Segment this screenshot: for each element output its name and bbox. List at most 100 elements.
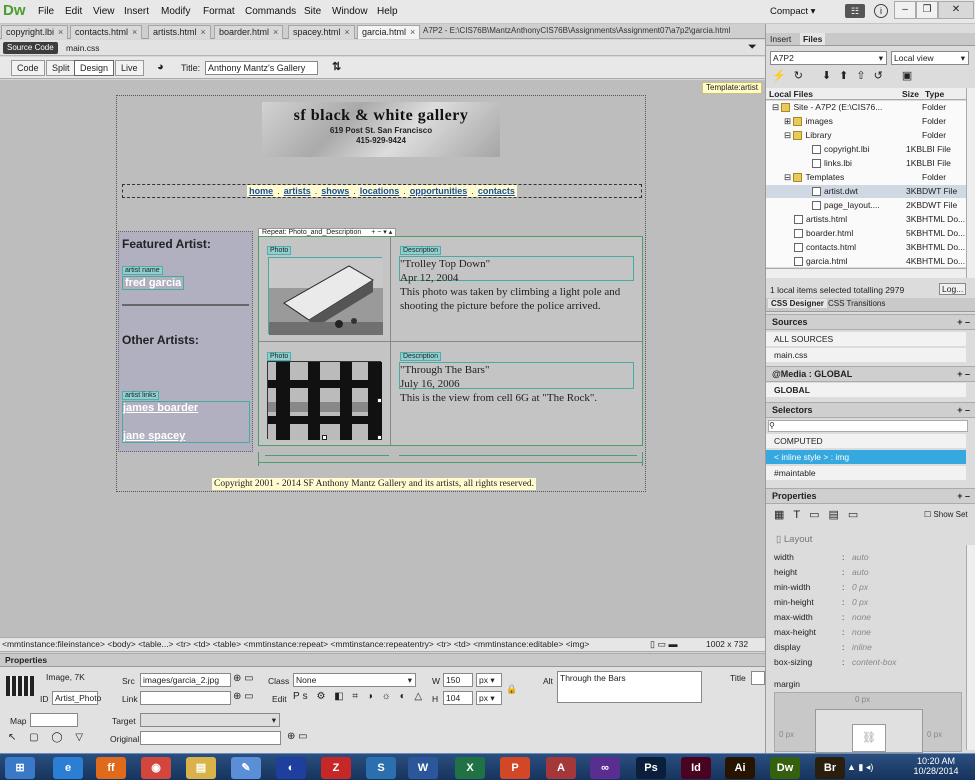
file-row[interactable]: links.lbi 1KB LBI File bbox=[766, 157, 966, 170]
log-button[interactable]: Log... bbox=[939, 283, 967, 295]
live-view-button[interactable]: Live bbox=[115, 60, 144, 76]
menu-window[interactable]: Window bbox=[332, 6, 368, 17]
title-input[interactable] bbox=[751, 671, 765, 685]
close-icon[interactable]: × bbox=[410, 27, 415, 37]
file-row[interactable]: page_layout.... 2KB DWT File bbox=[766, 199, 966, 212]
file-row[interactable]: ⊟ Library Folder bbox=[766, 129, 966, 142]
file-row[interactable]: garcia.html 4KB HTML Do... bbox=[766, 255, 966, 268]
prop-value[interactable]: auto bbox=[852, 550, 869, 565]
source-all[interactable]: ALL SOURCES bbox=[766, 332, 966, 347]
chrome-icon[interactable]: ◉ bbox=[141, 757, 171, 779]
media-global[interactable]: GLOBAL bbox=[766, 383, 966, 398]
link-icon[interactable]: ⛓ bbox=[852, 724, 886, 752]
tab-contacts[interactable]: contacts.html × bbox=[70, 25, 143, 39]
nav-contacts[interactable]: contacts bbox=[478, 186, 515, 196]
device-icons[interactable]: ▯ ▭ ▬ bbox=[650, 639, 677, 650]
col-size[interactable]: Size bbox=[902, 88, 919, 100]
tab-insert[interactable]: Insert bbox=[770, 34, 791, 44]
word-icon[interactable]: W bbox=[408, 757, 438, 779]
prop-value[interactable]: none bbox=[852, 610, 871, 625]
nav-locations[interactable]: locations bbox=[360, 186, 400, 196]
item-description[interactable]: This photo was taken by climbing a light… bbox=[400, 285, 635, 313]
target-select[interactable]: ▾ bbox=[140, 713, 280, 727]
illustrator-icon[interactable]: Ai bbox=[725, 757, 755, 779]
tab-css-transitions[interactable]: CSS Transitions bbox=[828, 299, 885, 308]
menu-commands[interactable]: Commands bbox=[245, 6, 296, 17]
tab-artists[interactable]: artists.html × bbox=[148, 25, 211, 39]
gallery-header-image[interactable]: sf black & white gallery 619 Post St. Sa… bbox=[262, 102, 500, 157]
show-set-checkbox[interactable]: ☐ Show Set bbox=[924, 510, 968, 519]
file-row[interactable]: copyright.lbi 1KB LBI File bbox=[766, 143, 966, 156]
height-unit-select[interactable]: px ▾ bbox=[476, 691, 502, 705]
indesign-icon[interactable]: Id bbox=[681, 757, 711, 779]
file-row[interactable]: boarder.html 5KB HTML Do... bbox=[766, 227, 966, 240]
margin-left[interactable]: 0 px bbox=[779, 730, 794, 739]
menu-edit[interactable]: Edit bbox=[65, 6, 82, 17]
resize-handle[interactable] bbox=[322, 435, 327, 440]
title-input[interactable]: Anthony Mantz's Gallery bbox=[205, 61, 318, 75]
original-browse-icon[interactable]: ⊕ ▭ bbox=[287, 731, 308, 742]
src-input[interactable]: images/garcia_2.jpg bbox=[140, 673, 231, 687]
clock[interactable]: 10:20 AM 10/28/2014 bbox=[912, 756, 960, 776]
menu-insert[interactable]: Insert bbox=[124, 6, 149, 17]
prop-value[interactable]: auto bbox=[852, 565, 869, 580]
files-hscrollbar[interactable] bbox=[766, 268, 966, 278]
class-select[interactable]: None ▾ bbox=[293, 673, 416, 687]
item-title[interactable]: "Through The Bars" bbox=[400, 363, 489, 377]
menu-format[interactable]: Format bbox=[203, 6, 235, 17]
window-size[interactable]: 1002 x 732 bbox=[706, 639, 748, 649]
menu-help[interactable]: Help bbox=[377, 6, 398, 17]
filter-icon[interactable]: ⏷ bbox=[748, 41, 757, 54]
tray-icons[interactable]: ▲ ▮ ◂) bbox=[847, 762, 873, 773]
files-toolbar-icons[interactable]: ⚡↻ ⬇⬆⇧↺ ▣ bbox=[772, 69, 920, 82]
sync-icon[interactable]: ☷ bbox=[845, 4, 865, 18]
box-model-widget[interactable]: 0 px 0 px 0 px ⛓ bbox=[774, 692, 962, 753]
close-icon[interactable]: × bbox=[273, 27, 278, 37]
link-input[interactable] bbox=[140, 691, 231, 705]
menu-site[interactable]: Site bbox=[304, 6, 321, 17]
selector-maintable[interactable]: #maintable bbox=[766, 466, 966, 481]
nav-artists[interactable]: artists bbox=[284, 186, 311, 196]
width-unit-select[interactable]: px ▾ bbox=[476, 673, 502, 687]
nav-shows[interactable]: shows bbox=[321, 186, 349, 196]
windows-start-icon[interactable]: ⊞ bbox=[5, 757, 35, 779]
margin-right[interactable]: 0 px bbox=[927, 730, 942, 739]
hotspot-tools[interactable]: ↖ ▢ ◯ ▽ bbox=[8, 732, 88, 743]
tag-path[interactable]: <mmtinstance:fileinstance> <body> <table… bbox=[2, 639, 589, 649]
lock-icon[interactable]: 🔒 bbox=[506, 684, 517, 695]
height-input[interactable]: 104 bbox=[443, 691, 473, 705]
item-title[interactable]: "Trolley Top Down" bbox=[400, 257, 490, 271]
prop-value[interactable]: inline bbox=[852, 640, 872, 655]
related-file-main-css[interactable]: main.css bbox=[66, 43, 100, 53]
original-input[interactable] bbox=[140, 731, 281, 745]
bridge-icon[interactable]: Br bbox=[815, 757, 845, 779]
link-browse-icon[interactable]: ⊕ ▭ bbox=[233, 691, 254, 702]
add-source-icon[interactable]: + – bbox=[957, 315, 970, 329]
access-icon[interactable]: A bbox=[546, 757, 576, 779]
globe-icon[interactable]: ◕ bbox=[157, 61, 164, 73]
artist-link-boarder[interactable]: james boarder bbox=[123, 402, 198, 414]
app-teal-icon[interactable]: S bbox=[366, 757, 396, 779]
map-input[interactable] bbox=[30, 713, 78, 727]
split-view-button[interactable]: Split bbox=[46, 60, 76, 76]
source-main-css[interactable]: main.css bbox=[766, 348, 966, 363]
file-management-icon[interactable]: ⇅ bbox=[332, 60, 341, 73]
tab-boarder[interactable]: boarder.html × bbox=[214, 25, 284, 39]
item-date[interactable]: Apr 12, 2004 bbox=[400, 271, 458, 285]
prop-value[interactable]: 0 px bbox=[852, 595, 868, 610]
margin-top[interactable]: 0 px bbox=[855, 695, 870, 704]
tab-garcia[interactable]: garcia.html × bbox=[357, 25, 421, 39]
files-scrollbar[interactable] bbox=[966, 88, 975, 278]
nav-home[interactable]: home bbox=[249, 186, 273, 196]
app-blue-icon[interactable]: ◐ bbox=[276, 757, 306, 779]
paint-icon[interactable]: ✎ bbox=[231, 757, 261, 779]
point-to-file-icon[interactable]: ⊕ ▭ bbox=[233, 673, 254, 684]
tab-copyright[interactable]: copyright.lbi × bbox=[1, 25, 69, 39]
dreamweaver-icon[interactable]: Dw bbox=[770, 757, 800, 779]
filezilla-icon[interactable]: Z bbox=[321, 757, 351, 779]
artist-link-spacey[interactable]: jane spacey bbox=[123, 430, 185, 442]
design-view-button[interactable]: Design bbox=[74, 60, 115, 76]
prop-value[interactable]: none bbox=[852, 625, 871, 640]
minimize-button[interactable]: – bbox=[894, 1, 916, 19]
file-row[interactable]: contacts.html 3KB HTML Do... bbox=[766, 241, 966, 254]
